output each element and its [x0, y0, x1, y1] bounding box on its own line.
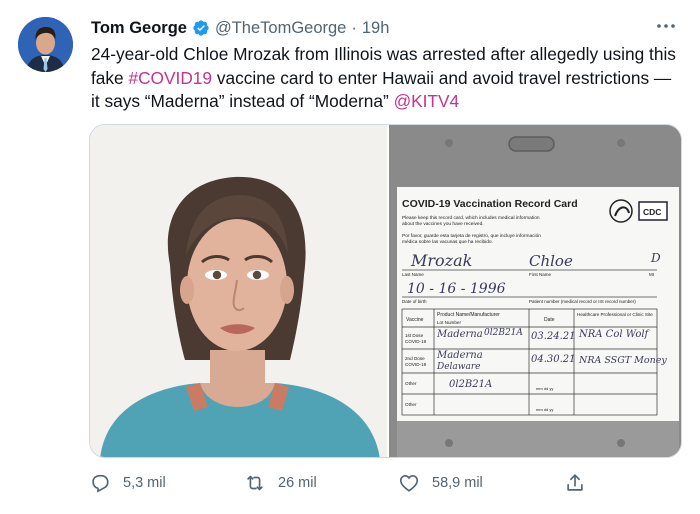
cdc-label: CDC: [643, 207, 661, 217]
col-lot: Lot Number: [437, 320, 461, 325]
handwritten-last-name: Mrozak: [410, 251, 472, 270]
date-hint-row4: mm dd yy: [536, 407, 553, 412]
tweet-text: 24-year-old Chloe Mrozak from Illinois w…: [91, 43, 681, 114]
handwritten-mi: D: [650, 251, 661, 265]
hashtag-link[interactable]: #COVID19: [128, 68, 212, 88]
handwritten-first-name: Chloe: [529, 252, 573, 270]
card-title: COVID-19 Vaccination Record Card: [402, 198, 578, 210]
share-button[interactable]: [564, 472, 598, 494]
retweet-count: 26 mil: [278, 475, 317, 491]
avatar[interactable]: [18, 17, 73, 72]
dob-label: Date of birth: [402, 299, 427, 304]
header-separator: ·: [351, 18, 357, 37]
col-date: Date: [544, 317, 555, 323]
retweet-button[interactable]: 26 mil: [244, 472, 317, 494]
handwritten-product-1: Maderna: [436, 329, 483, 340]
patient-number-label: Patient number (medical record or IIS re…: [529, 299, 636, 304]
like-button[interactable]: 58,9 mil: [398, 472, 483, 494]
col-product: Product Name/Manufacturer: [437, 312, 500, 318]
col-provider: Healthcare Professional or Clinic Site: [577, 312, 653, 317]
tweet-media[interactable]: COVID-19 Vaccination Record Card CDC Ple…: [89, 124, 682, 458]
reply-count: 5,3 mil: [123, 475, 166, 491]
handwritten-lot-1: 0l2B21A: [484, 328, 523, 338]
vaccine-card-photo[interactable]: COVID-19 Vaccination Record Card CDC Ple…: [389, 125, 681, 457]
handwritten-product-2: Maderna: [436, 350, 483, 361]
handwritten-lot-3: 0l2B21A: [449, 379, 492, 390]
verified-badge-icon: [193, 20, 209, 36]
reply-icon: [92, 474, 109, 493]
handwritten-dob: 10 - 16 - 1996: [407, 281, 506, 297]
row3-label: Other: [405, 381, 417, 386]
handwritten-date-1: 03.24.21: [531, 331, 576, 342]
date-hint-row3: mm dd yy: [536, 386, 553, 391]
vaccine-card-image: COVID-19 Vaccination Record Card CDC Ple…: [389, 125, 681, 457]
last-name-label: Last Name: [402, 272, 424, 277]
tweet-actions: 5,3 mil 26 mil 58,9 mil: [89, 472, 589, 500]
row4-label: Other: [405, 402, 417, 407]
row1-label-b: COVID-19: [405, 339, 427, 344]
handwritten-provider-2: NRA SSGT Money: [578, 355, 667, 366]
tweet-header: Tom George @TheTomGeorge · 19h: [91, 17, 389, 39]
avatar-image: [18, 17, 73, 72]
row2-label-a: 2nd Dose: [405, 356, 425, 361]
mi-label: MI: [649, 272, 654, 277]
handwritten-provider-1: NRA Col Wolf: [578, 329, 651, 340]
handwritten-lot-2: Delaware: [436, 362, 480, 372]
reply-button[interactable]: 5,3 mil: [89, 472, 166, 494]
share-icon: [567, 474, 583, 491]
col-vaccine: Vaccine: [406, 317, 424, 323]
author-name[interactable]: Tom George: [91, 19, 187, 38]
handwritten-date-2: 04.30.21: [531, 354, 576, 365]
mugshot-image: [90, 125, 387, 457]
more-icon[interactable]: [654, 16, 678, 36]
heart-icon: [399, 475, 419, 492]
like-count: 58,9 mil: [432, 475, 483, 491]
retweet-icon: [247, 475, 263, 491]
tweet-timestamp[interactable]: 19h: [362, 19, 390, 38]
first-name-label: First Name: [529, 272, 551, 277]
row2-label-b: COVID-19: [405, 362, 427, 367]
mugshot-photo[interactable]: [90, 125, 389, 457]
row1-label-a: 1st Dose: [405, 333, 424, 338]
author-handle[interactable]: @TheTomGeorge: [215, 19, 346, 38]
mention-link[interactable]: @KITV4: [394, 91, 460, 111]
